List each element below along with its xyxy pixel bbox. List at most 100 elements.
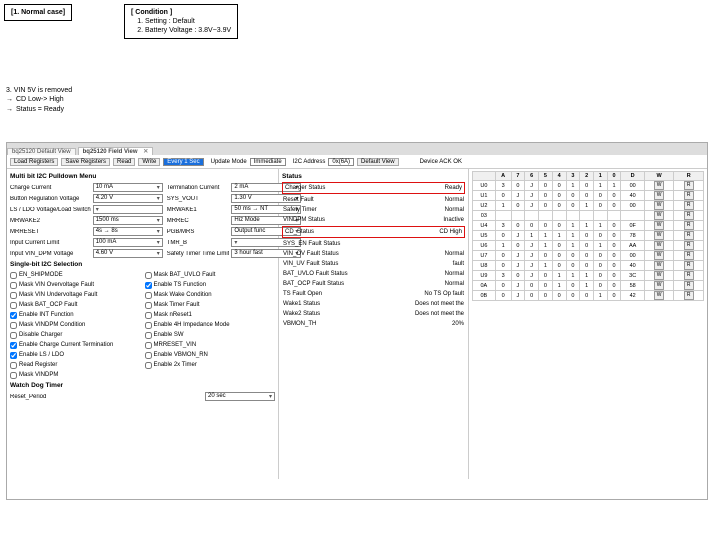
checkbox-enable-4h-impedance-mode[interactable]: Enable 4H Impedance Mode (145, 320, 276, 330)
status-highlight: CD_StatusCD High (282, 226, 465, 238)
read-button[interactable]: R (684, 211, 694, 220)
read-button[interactable]: R (684, 181, 694, 190)
condition-line: Setting : Default (145, 17, 231, 26)
write-button[interactable]: W (654, 271, 664, 280)
write-button[interactable]: W (654, 211, 664, 220)
read-button[interactable]: R (684, 251, 694, 260)
read-button[interactable]: R (684, 261, 694, 270)
default-view-button[interactable]: Default View (357, 158, 399, 166)
read-button[interactable]: Read (113, 158, 135, 166)
read-button[interactable]: R (684, 271, 694, 280)
table-row: U50J111100078WR (473, 231, 704, 241)
status-cd-status: CD_StatusCD High (284, 227, 463, 237)
checkbox-mask-vin-undervoltage-fault[interactable]: Mask VIN Undervoltage Fault (10, 290, 141, 300)
lsldo-select[interactable] (93, 205, 163, 214)
status-highlight: Charger StatusReady (282, 182, 465, 194)
checkbox-mask-bat-ocp-fault[interactable]: Mask BAT_OCP Fault (10, 300, 141, 310)
read-button[interactable]: R (684, 191, 694, 200)
checkbox-enable-ts-function[interactable]: Enable TS Function (145, 280, 276, 290)
status-vin-uv-fault-status: VIN_UV Fault Statusfault (282, 259, 465, 269)
status-wake2-status: Wake2 StatusDoes not meet the (282, 309, 465, 319)
i2c-address-select[interactable]: 0x(6A) (328, 158, 354, 166)
write-button[interactable]: W (654, 241, 664, 250)
condition-line: Battery Voltage : 3.8V~3.9V (145, 26, 231, 35)
status-reset-fault: Reset FaultNormal (282, 195, 465, 205)
table-row: U10JJ00000040WR (473, 191, 704, 201)
checkbox-enable-sw[interactable]: Enable SW (145, 330, 276, 340)
status-section: Status (282, 173, 465, 180)
ilim-select[interactable]: 100 mA (93, 238, 163, 247)
checkbox-read-register[interactable]: Read Register (10, 360, 141, 370)
tab-bar: bq25120 Default View bq25120 Field View … (7, 143, 707, 155)
checkbox-mask-timer-fault[interactable]: Mask Timer Fault (145, 300, 276, 310)
write-button[interactable]: Write (138, 158, 160, 166)
table-row: 0B0J000001042WR (473, 291, 704, 301)
checkbox-enable-ls-ldo[interactable]: Enable LS / LDO (10, 350, 141, 360)
device-ack-label: Device ACK OK (420, 159, 462, 165)
write-button[interactable]: W (654, 281, 664, 290)
update-mode-label: Update Mode (211, 159, 247, 165)
checkbox-mask-vin-overvoltage-fault[interactable]: Mask VIN Overvoltage Fault (10, 280, 141, 290)
checkbox-mask-vindpm[interactable]: Mask VINDPM (10, 370, 141, 380)
checkbox-enable-2x-timer[interactable]: Enable 2x Timer (145, 360, 276, 370)
case-box: [1. Normal case] (4, 4, 72, 21)
checkbox-mask-vindpm-condition[interactable]: Mask VINDPM Condition (10, 320, 141, 330)
checkbox-en-shipmode[interactable]: EN_SHIPMODE (10, 270, 141, 280)
checkbox-enable-int-function[interactable]: Enable INT Function (10, 310, 141, 320)
status-ts-fault-open: TS Fault OpenNo TS Op fault (282, 289, 465, 299)
write-button[interactable]: W (654, 221, 664, 230)
condition-box: [ Condition ] Setting : Default Battery … (124, 4, 238, 39)
tab-field-view[interactable]: bq25120 Field View ✕ (78, 147, 154, 155)
load-registers-button[interactable]: Load Registers (10, 158, 58, 166)
status-vbmon-th: VBMON_TH20% (282, 319, 465, 329)
write-button[interactable]: W (654, 181, 664, 190)
write-button[interactable]: W (654, 261, 664, 270)
mrwake2-select[interactable]: 1500 ms (93, 216, 163, 225)
read-button[interactable]: R (684, 231, 694, 240)
charge-current-select[interactable]: 10 mA (93, 183, 163, 192)
table-row: 0A0J001010058WR (473, 281, 704, 291)
checkbox-mask-nreset1[interactable]: Mask nReset1 (145, 310, 276, 320)
checkbox-mask-wake-condition[interactable]: Mask Wake Condition (145, 290, 276, 300)
single-bit-section: Single-bit I2C Selection (10, 261, 275, 268)
update-mode-select[interactable]: Immediate (250, 158, 286, 166)
read-button[interactable]: R (684, 201, 694, 210)
checkbox-enable-charge-current-termination[interactable]: Enable Charge Current Termination (10, 340, 141, 350)
write-button[interactable]: W (654, 251, 664, 260)
table-row: U930J0111003CWR (473, 271, 704, 281)
read-button[interactable]: R (684, 241, 694, 250)
table-row: U80JJ10000040WR (473, 261, 704, 271)
status-vin-ov-fault-status: VIN_OV Fault StatusNormal (282, 249, 465, 259)
status-bat-ocp-fault-status: BAT_OCP Fault StatusNormal (282, 279, 465, 289)
status-vindpm-status: VINDPM StatusInactive (282, 215, 465, 225)
checkbox-disable-charger[interactable]: Disable Charger (10, 330, 141, 340)
read-button[interactable]: R (684, 221, 694, 230)
tab-default-view[interactable]: bq25120 Default View (7, 148, 76, 155)
close-icon[interactable]: ✕ (143, 149, 148, 155)
checkbox-mrreset-vin[interactable]: MRRESET_VIN (145, 340, 276, 350)
vindpm-select[interactable]: 4.60 V (93, 249, 163, 258)
status-wake1-status: Wake1 StatusDoes not meet the (282, 299, 465, 309)
i2c-address-label: I2C Address (293, 159, 326, 165)
status-sys-en-fault-status: SYS_EN Fault Status (282, 239, 465, 249)
register-grid: A76543210DWRU030J00101100WRU10JJ00000040… (472, 171, 704, 301)
table-row: U43000011100FWR (473, 221, 704, 231)
vreg-select[interactable]: 4.20 V (93, 194, 163, 203)
app-screenshot: bq25120 Default View bq25120 Field View … (6, 142, 708, 500)
checkbox-mask-bat-uvlo-fault[interactable]: Mask BAT_UVLO Fault (145, 270, 276, 280)
table-row: U030J00101100WR (473, 181, 704, 191)
read-button[interactable]: R (684, 281, 694, 290)
mrreset-select[interactable]: 4s → 8s (93, 227, 163, 236)
write-button[interactable]: W (654, 201, 664, 210)
poll-interval-select[interactable]: Every 1 Sec (163, 158, 203, 166)
write-button[interactable]: W (654, 191, 664, 200)
save-registers-button[interactable]: Save Registers (61, 158, 110, 166)
write-button[interactable]: W (654, 291, 664, 300)
table-row: U210J00010000WR (473, 201, 704, 211)
watchdog-period-select[interactable]: 20 sec (205, 392, 275, 401)
write-button[interactable]: W (654, 231, 664, 240)
status-charger-status: Charger StatusReady (284, 183, 463, 193)
read-button[interactable]: R (684, 291, 694, 300)
step3-text: 3. VIN 5V is removed CD Low-> High Statu… (6, 86, 72, 114)
checkbox-enable-vbmon-rn[interactable]: Enable VBMON_RN (145, 350, 276, 360)
